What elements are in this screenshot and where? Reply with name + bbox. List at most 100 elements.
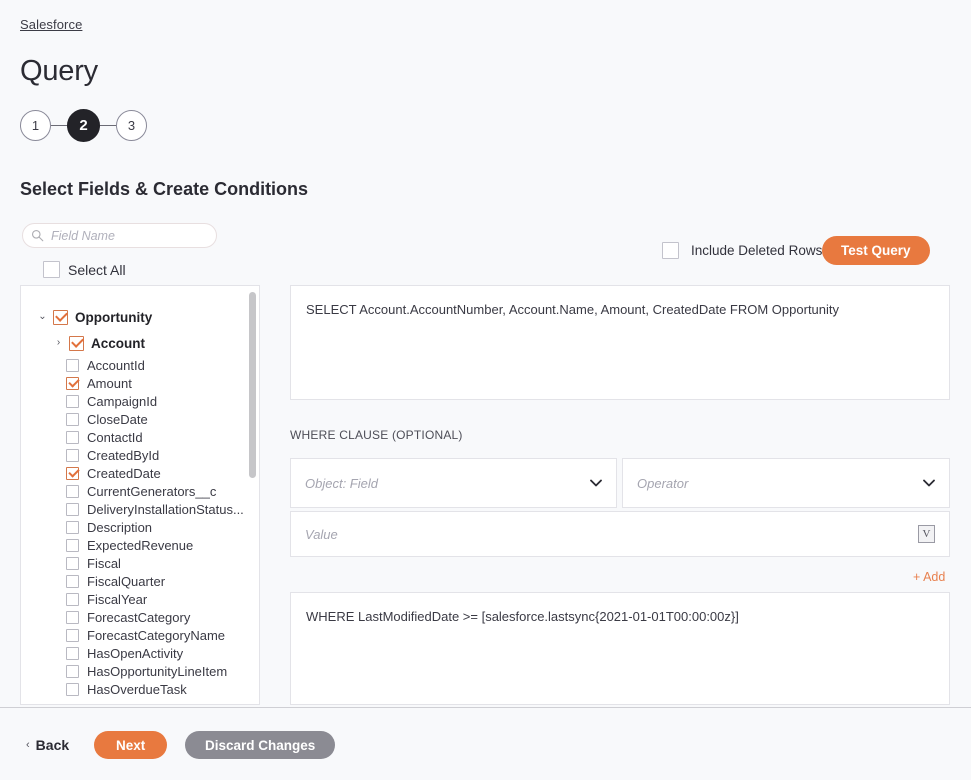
search-input[interactable] [51, 228, 208, 243]
field-label: CampaignId [87, 393, 158, 409]
chevron-down-icon [590, 479, 602, 487]
field-checkbox[interactable] [66, 430, 79, 444]
field-label: CloseDate [87, 411, 148, 427]
field-label: HasOverdueTask [87, 681, 187, 697]
step-1[interactable]: 1 [20, 110, 51, 141]
where-object-field-placeholder: Object: Field [305, 475, 378, 491]
sql-statement-box[interactable]: SELECT Account.AccountNumber, Account.Na… [290, 285, 950, 400]
field-tree-item[interactable]: FiscalQuarter [21, 572, 259, 590]
select-all-row[interactable]: Select All [43, 261, 126, 278]
field-checkbox[interactable] [66, 556, 79, 570]
field-label: Amount [87, 375, 132, 391]
back-button[interactable]: ‹ Back [26, 737, 69, 753]
where-value-wrapper: V [290, 511, 950, 557]
field-tree-scrollbar[interactable] [249, 292, 256, 700]
breadcrumb-salesforce[interactable]: Salesforce [20, 17, 82, 32]
field-checkbox[interactable] [66, 610, 79, 624]
field-checkbox[interactable] [66, 358, 79, 372]
field-checkbox[interactable] [66, 412, 79, 426]
field-tree-item[interactable]: HasOpportunityLineItem [21, 662, 259, 680]
field-tree-item[interactable]: AccountId [21, 356, 259, 374]
field-label: CurrentGenerators__c [87, 483, 217, 499]
field-tree-item[interactable]: DeliveryInstallationStatus... [21, 500, 259, 518]
search-icon [31, 229, 44, 242]
step-2[interactable]: 2 [67, 109, 100, 142]
where-object-field-select[interactable]: Object: Field [290, 458, 617, 508]
field-tree-scroll-thumb[interactable] [249, 292, 256, 478]
field-tree-item[interactable]: Fiscal [21, 554, 259, 572]
field-tree-item[interactable]: Description [21, 518, 259, 536]
field-checkbox[interactable] [66, 520, 79, 534]
field-tree-item[interactable]: CurrentGenerators__c [21, 482, 259, 500]
step-3[interactable]: 3 [116, 110, 147, 141]
field-label: CreatedDate [87, 465, 161, 481]
field-checkbox[interactable] [66, 394, 79, 408]
field-tree-item[interactable]: ContactId [21, 428, 259, 446]
include-deleted-rows-label: Include Deleted Rows [691, 243, 823, 258]
chevron-right-icon[interactable]: › [53, 338, 64, 348]
field-checkbox[interactable] [66, 646, 79, 660]
add-condition-link[interactable]: + Add [913, 570, 945, 584]
field-label: Fiscal [87, 555, 121, 571]
field-checkbox[interactable] [66, 484, 79, 498]
field-checkbox[interactable] [69, 335, 84, 351]
field-checkbox[interactable] [66, 682, 79, 696]
field-tree-item[interactable]: Amount [21, 374, 259, 392]
query-page: Salesforce Query 1 2 3 Select Fields & C… [0, 0, 971, 780]
field-tree-item[interactable]: CloseDate [21, 410, 259, 428]
select-all-label: Select All [68, 261, 126, 278]
field-checkbox[interactable] [66, 502, 79, 516]
field-label: Opportunity [75, 309, 153, 325]
field-tree-item[interactable]: HasOverdueTask [21, 680, 259, 698]
where-value-input[interactable] [305, 526, 918, 542]
field-tree-item[interactable]: FiscalYear [21, 590, 259, 608]
field-label: HasOpportunityLineItem [87, 663, 228, 679]
include-deleted-rows-checkbox[interactable] [662, 242, 679, 259]
field-tree-item[interactable]: ForecastCategoryName [21, 626, 259, 644]
field-tree-group[interactable]: ⌄ Opportunity [21, 304, 259, 330]
field-label: ForecastCategoryName [87, 627, 225, 643]
field-checkbox[interactable] [66, 664, 79, 678]
field-checkbox[interactable] [66, 466, 79, 480]
include-deleted-rows-row[interactable]: Include Deleted Rows [662, 242, 822, 259]
field-checkbox[interactable] [66, 448, 79, 462]
field-label: Description [87, 519, 153, 535]
select-all-checkbox[interactable] [43, 261, 60, 278]
field-tree-item[interactable]: CreatedById [21, 446, 259, 464]
step-connector-2 [100, 125, 116, 126]
field-label: ContactId [87, 429, 143, 445]
field-checkbox[interactable] [66, 376, 79, 390]
chevron-down-icon [923, 479, 935, 487]
field-tree-panel[interactable]: ⌄ Opportunity › Account AccountId Amount Campa… [20, 285, 260, 705]
field-tree-group[interactable]: › Account [21, 330, 259, 356]
chevron-down-icon[interactable]: ⌄ [37, 312, 48, 322]
insert-variable-button[interactable]: V [918, 525, 935, 543]
where-clause-label: WHERE CLAUSE (OPTIONAL) [290, 428, 463, 442]
next-button[interactable]: Next [94, 731, 168, 759]
field-label: DeliveryInstallationStatus... [87, 501, 244, 517]
field-tree-item[interactable]: CampaignId [21, 392, 259, 410]
footer-divider [0, 707, 971, 708]
section-heading: Select Fields & Create Conditions [20, 179, 309, 199]
field-label: CreatedById [87, 447, 160, 463]
stepper: 1 2 3 [20, 109, 147, 142]
page-title: Query [20, 55, 98, 87]
field-label: HasOpenActivity [87, 645, 184, 661]
field-label: Account [91, 335, 145, 351]
field-tree-item[interactable]: ForecastCategory [21, 608, 259, 626]
field-tree-item[interactable]: ExpectedRevenue [21, 536, 259, 554]
field-checkbox[interactable] [53, 309, 68, 325]
discard-changes-button[interactable]: Discard Changes [185, 731, 336, 759]
field-label: AccountId [87, 357, 145, 373]
field-checkbox[interactable] [66, 538, 79, 552]
field-tree-list: ⌄ Opportunity › Account AccountId Amount Campa… [21, 286, 259, 698]
field-label: ForecastCategory [87, 609, 191, 625]
field-tree-item[interactable]: HasOpenActivity [21, 644, 259, 662]
field-checkbox[interactable] [66, 592, 79, 606]
field-checkbox[interactable] [66, 574, 79, 588]
field-tree-item[interactable]: CreatedDate [21, 464, 259, 482]
field-checkbox[interactable] [66, 628, 79, 642]
test-query-button[interactable]: Test Query [822, 236, 930, 265]
where-operator-select[interactable]: Operator [622, 458, 950, 508]
where-clause-result-box[interactable]: WHERE LastModifiedDate >= [salesforce.la… [290, 592, 950, 705]
